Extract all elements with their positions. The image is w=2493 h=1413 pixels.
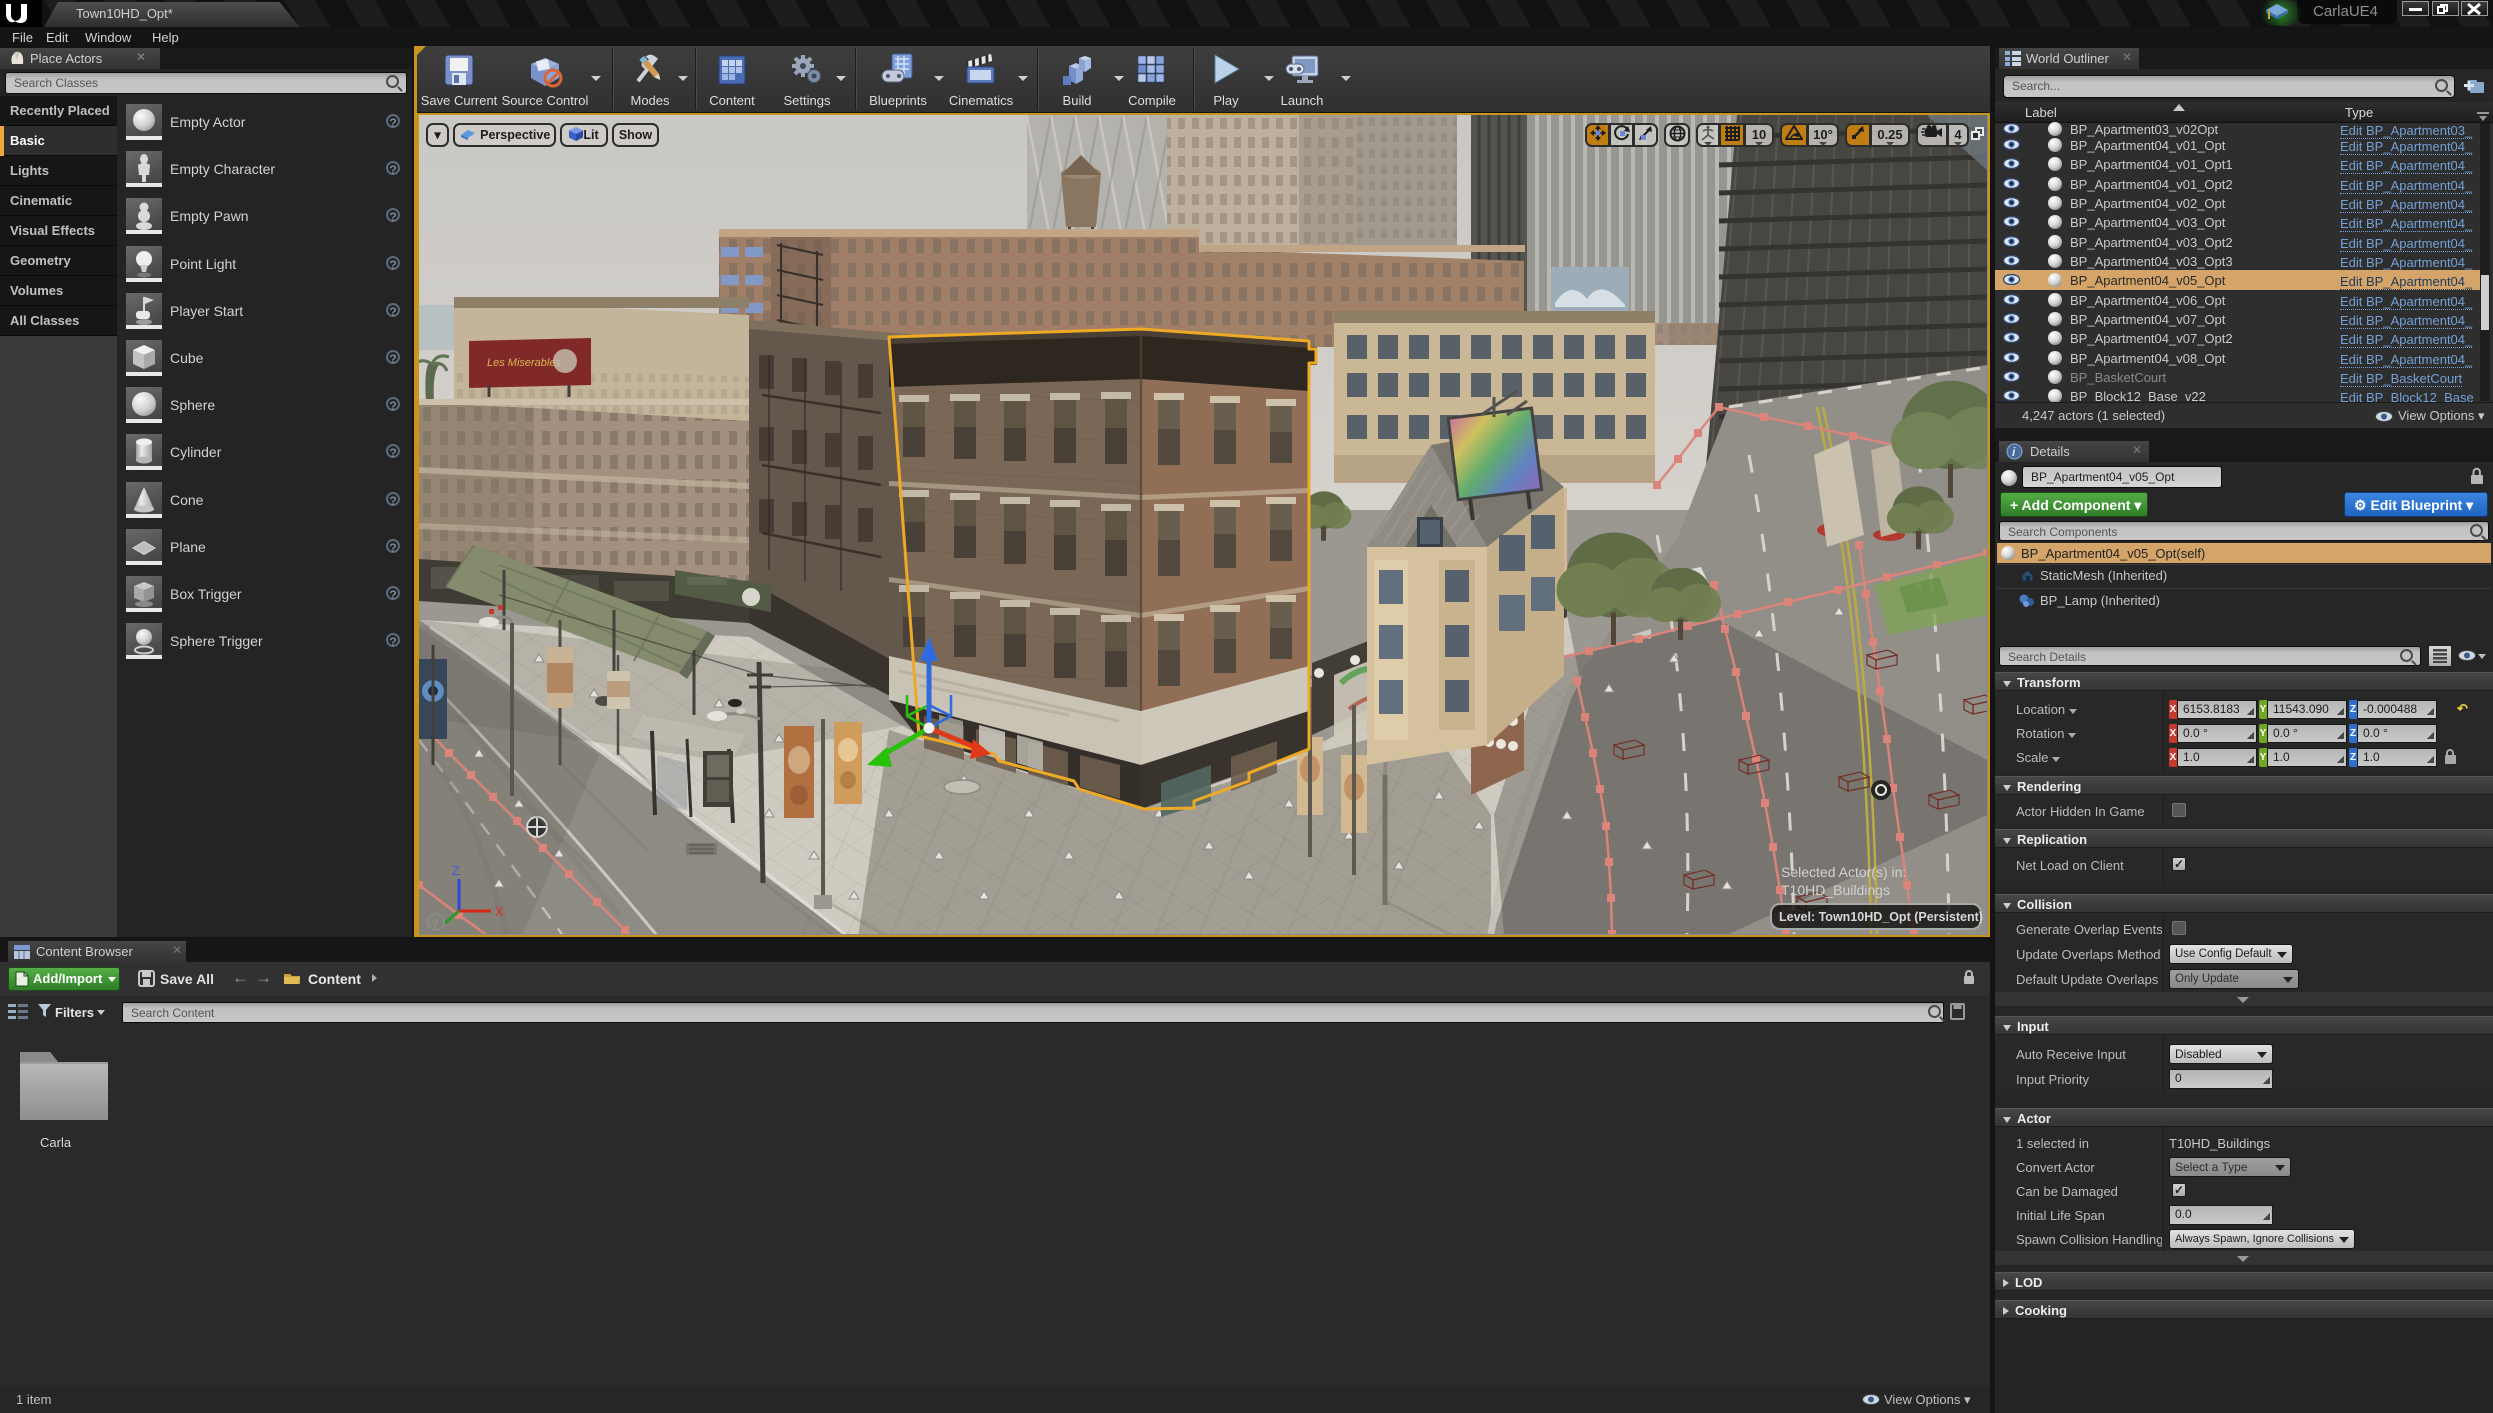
svg-text:Level: Town10HD_Opt (Persiste: Level: Town10HD_Opt (Persistent) (1779, 910, 1983, 924)
svg-text:Selected Actor(s) in:: Selected Actor(s) in: (1781, 864, 1906, 880)
svg-text:X: X (495, 904, 504, 919)
svg-text:T10HD_Buildings: T10HD_Buildings (1781, 882, 1890, 898)
svg-text:Z: Z (452, 863, 460, 878)
svg-text:?: ? (432, 918, 438, 930)
